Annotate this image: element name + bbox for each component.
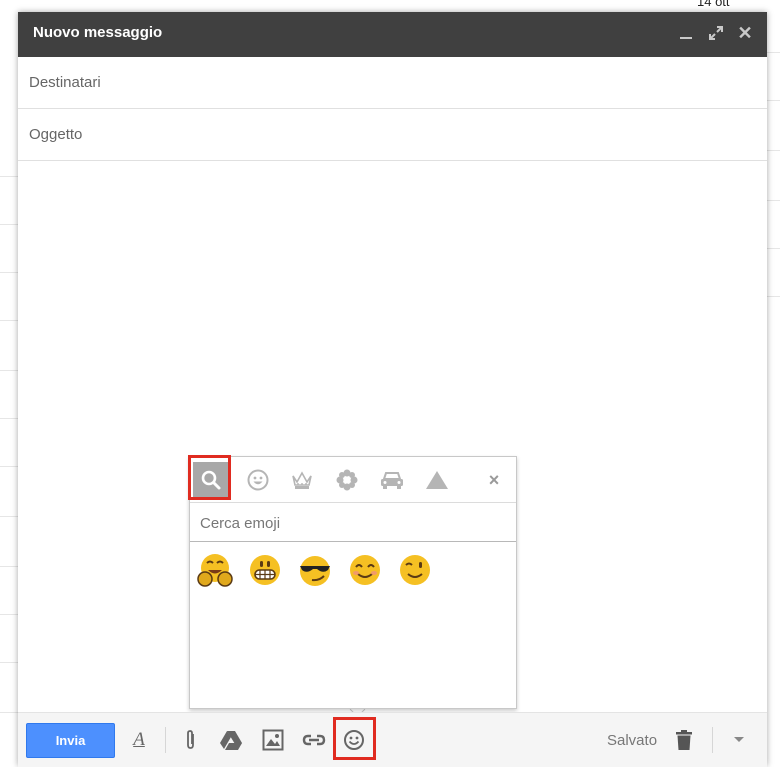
- expand-icon[interactable]: [706, 22, 726, 44]
- cool-smirk-face-icon[interactable]: [296, 551, 334, 589]
- close-icon[interactable]: ✕: [735, 22, 755, 44]
- triangle-icon[interactable]: [419, 462, 455, 498]
- car-icon[interactable]: [374, 462, 410, 498]
- inbox-background: [0, 0, 18, 766]
- smiley-icon[interactable]: [240, 462, 276, 498]
- photo-icon[interactable]: [260, 727, 286, 753]
- minimize-icon[interactable]: [676, 22, 696, 44]
- drive-icon[interactable]: [218, 727, 244, 753]
- compose-window: Nuovo messaggio ✕ Destinatari Oggetto × …: [18, 12, 767, 767]
- smiling-face-icon[interactable]: [346, 551, 384, 589]
- crown-icon[interactable]: [284, 462, 320, 498]
- compose-titlebar[interactable]: Nuovo messaggio ✕: [18, 12, 767, 57]
- subject-placeholder: Oggetto: [29, 126, 83, 143]
- send-button[interactable]: Invia: [26, 723, 115, 758]
- winking-face-icon[interactable]: [396, 551, 434, 589]
- emoji-picker: ×: [189, 456, 517, 709]
- format-text-label: A: [133, 729, 145, 750]
- emoji-search: [190, 502, 516, 542]
- emoji-category-bar: ×: [190, 457, 516, 501]
- emoji-button-highlight-box: [333, 717, 376, 760]
- compose-title: Nuovo messaggio: [33, 24, 163, 41]
- emoji-search-input[interactable]: [198, 510, 502, 536]
- toolbar-separator: [165, 727, 166, 753]
- format-text-icon[interactable]: A: [126, 727, 152, 753]
- toolbar-separator: [712, 727, 713, 753]
- flower-icon[interactable]: [329, 462, 365, 498]
- attach-icon[interactable]: [178, 727, 204, 753]
- search-highlight-box: [188, 455, 231, 500]
- saved-status: Salvato: [607, 732, 658, 749]
- picker-close-icon[interactable]: ×: [476, 462, 512, 498]
- compose-toolbar: Invia A Salvato: [18, 712, 767, 767]
- subject-field[interactable]: Oggetto: [18, 109, 767, 161]
- recipients-field[interactable]: Destinatari: [18, 57, 767, 109]
- grimacing-face-icon[interactable]: [246, 551, 284, 589]
- link-icon[interactable]: [301, 727, 327, 753]
- trash-icon[interactable]: [671, 727, 697, 753]
- inbox-date: 14 ott: [697, 0, 730, 9]
- hugging-face-icon[interactable]: [196, 551, 234, 589]
- more-options-icon[interactable]: [726, 727, 752, 753]
- inbox-background-right: [767, 0, 780, 766]
- recipients-placeholder: Destinatari: [29, 74, 101, 91]
